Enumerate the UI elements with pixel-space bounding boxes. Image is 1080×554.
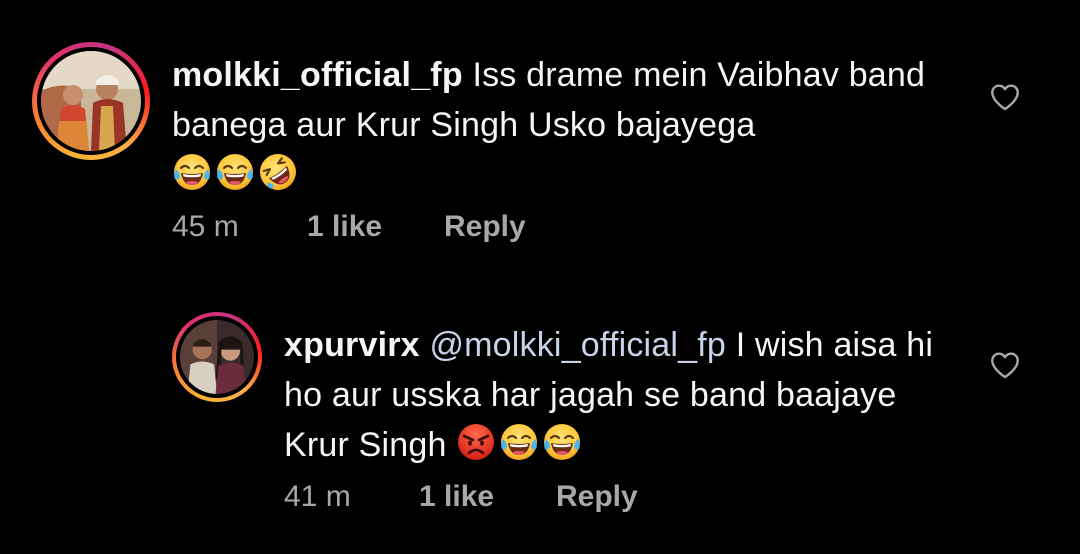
emoji-group: [172, 152, 301, 206]
face-with-tears-of-joy-icon: [499, 422, 539, 462]
avatar[interactable]: [32, 42, 150, 160]
comment-text: xpurvirx @molkki_official_fp I wish aisa…: [284, 320, 964, 476]
likes-count[interactable]: 1 like: [419, 480, 494, 514]
face-with-tears-of-joy-icon: [542, 422, 582, 462]
face-with-tears-of-joy-icon: [215, 152, 255, 192]
avatar-image: [41, 51, 141, 151]
mention-link[interactable]: @molkki_official_fp: [429, 326, 726, 364]
comment: molkki_official_fp Iss drame mein Vaibha…: [32, 42, 1080, 262]
rolling-on-the-floor-laughing-icon: [258, 152, 298, 192]
comment-username[interactable]: xpurvirx: [284, 326, 420, 364]
reply-button[interactable]: Reply: [556, 480, 638, 514]
likes-count[interactable]: 1 like: [307, 210, 382, 244]
like-heart-icon[interactable]: [988, 80, 1022, 114]
comment-timestamp: 41 m: [284, 480, 351, 513]
like-heart-icon[interactable]: [988, 348, 1022, 382]
comment-username[interactable]: molkki_official_fp: [172, 56, 463, 94]
reply-button[interactable]: Reply: [444, 210, 526, 244]
emoji-group: [456, 422, 585, 476]
face-with-tears-of-joy-icon: [172, 152, 212, 192]
comment-timestamp: 45 m: [172, 210, 239, 243]
avatar[interactable]: [172, 312, 262, 402]
comment-text: molkki_official_fp Iss drame mein Vaibha…: [172, 50, 962, 206]
avatar-image: [180, 320, 254, 394]
reply-comment: xpurvirx @molkki_official_fp I wish aisa…: [172, 312, 1080, 532]
angry-face-icon: [456, 422, 496, 462]
